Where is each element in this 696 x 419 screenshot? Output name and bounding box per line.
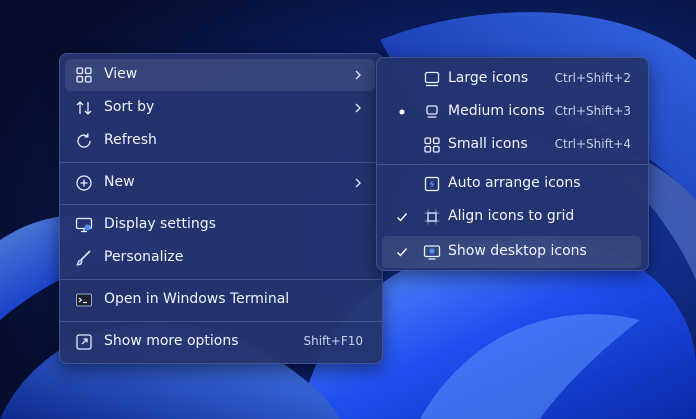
display-settings-icon (75, 217, 93, 233)
menu-item-display-settings[interactable]: Display settings (65, 209, 375, 241)
chevron-right-icon (355, 103, 361, 113)
chevron-right-icon (355, 178, 361, 188)
shortcut-text: Ctrl+Shift+3 (554, 104, 631, 118)
small-icons-icon (424, 137, 440, 153)
show-desktop-icons-icon (423, 245, 441, 260)
menu-item-open-in-windows-terminal[interactable]: Open in Windows Terminal (65, 284, 375, 316)
checkmark-icon (397, 213, 408, 222)
submenu-item-label: Small icons (448, 136, 528, 152)
large-icons-icon (424, 71, 440, 87)
desktop-context-menu: View Sort by Refresh New Display setting… (59, 53, 383, 364)
medium-icons-icon (426, 105, 438, 118)
menu-item-label: Display settings (104, 216, 216, 232)
menu-item-label: New (104, 174, 135, 190)
selected-dot-icon (399, 109, 405, 115)
submenu-item-label: Large icons (448, 70, 529, 86)
submenu-item-large-icons[interactable]: Large icons Ctrl+Shift+2 (382, 63, 641, 95)
personalize-brush-icon (76, 250, 91, 266)
align-to-grid-icon (424, 209, 440, 225)
menu-item-label: Personalize (104, 249, 184, 265)
show-more-options-icon (76, 334, 92, 350)
menu-item-label: Sort by (104, 99, 155, 115)
submenu-item-small-icons[interactable]: Small icons Ctrl+Shift+4 (382, 129, 641, 161)
terminal-icon (76, 293, 92, 307)
menu-separator (377, 164, 648, 165)
menu-item-new[interactable]: New (65, 167, 375, 199)
auto-arrange-icon (424, 176, 440, 192)
submenu-item-label: Medium icons (448, 103, 545, 119)
submenu-item-label: Show desktop icons (448, 243, 587, 259)
menu-separator (60, 321, 382, 322)
menu-item-label: Refresh (104, 132, 157, 148)
menu-item-view[interactable]: View (65, 59, 375, 91)
submenu-item-align-icons-to-grid[interactable]: Align icons to grid (382, 201, 641, 233)
menu-separator (60, 279, 382, 280)
menu-item-label: Open in Windows Terminal (104, 291, 290, 307)
submenu-item-medium-icons[interactable]: Medium icons Ctrl+Shift+3 (382, 96, 641, 128)
chevron-right-icon (355, 70, 361, 80)
submenu-item-label: Auto arrange icons (448, 175, 581, 191)
menu-item-personalize[interactable]: Personalize (65, 242, 375, 274)
menu-item-show-more-options[interactable]: Show more options Shift+F10 (65, 326, 375, 358)
shortcut-text: Ctrl+Shift+4 (554, 137, 631, 151)
sort-icon (76, 101, 92, 115)
view-submenu: Large icons Ctrl+Shift+2 Medium icons Ct… (376, 57, 649, 271)
checkmark-icon (397, 248, 408, 257)
menu-separator (60, 204, 382, 205)
new-plus-icon (76, 175, 92, 191)
menu-item-label: View (104, 66, 138, 82)
submenu-item-auto-arrange-icons[interactable]: Auto arrange icons (382, 168, 641, 200)
menu-item-label: Show more options (104, 333, 239, 349)
submenu-item-show-desktop-icons[interactable]: Show desktop icons (382, 236, 641, 268)
menu-separator (60, 162, 382, 163)
submenu-item-label: Align icons to grid (448, 208, 575, 224)
refresh-icon (77, 133, 91, 148)
shortcut-text: Ctrl+Shift+2 (554, 71, 631, 85)
shortcut-text: Shift+F10 (303, 334, 363, 348)
menu-item-refresh[interactable]: Refresh (65, 125, 375, 157)
menu-item-sort-by[interactable]: Sort by (65, 92, 375, 124)
view-grid-icon (76, 67, 92, 83)
